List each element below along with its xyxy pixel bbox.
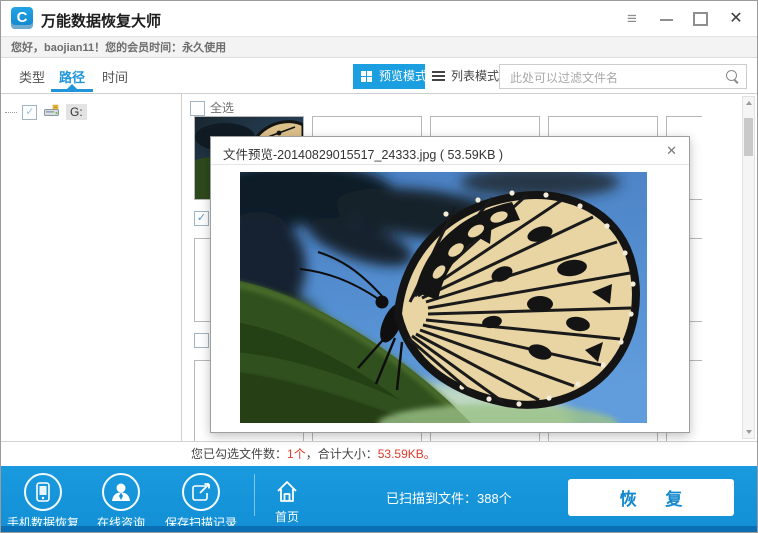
app-title: 万能数据恢复大师 — [41, 10, 161, 31]
drive-icon — [44, 104, 60, 120]
list-view-icon — [432, 71, 445, 82]
menu-icon[interactable]: ≡ — [619, 9, 645, 29]
tree-item-drive-g[interactable]: ✓ G: — [5, 104, 87, 122]
scrollbar-thumb[interactable] — [744, 118, 753, 156]
export-icon — [182, 473, 220, 511]
home-icon — [259, 473, 315, 505]
status-middle: ，合计大小： — [306, 447, 378, 461]
search-icon[interactable] — [726, 70, 737, 81]
scanned-count-text: 已扫描到文件：388个 — [386, 488, 512, 507]
modal-title-bar: 文件预览-20140829015517_24333.jpg ( 53.59KB … — [211, 137, 689, 165]
app-window: C 万能数据恢复大师 ≡ ✕ 您好，baojian11！您的会员时间：永久使用 … — [0, 0, 758, 533]
greeting-text: 您好，baojian11！您的会员时间：永久使用 — [1, 36, 757, 58]
scroll-up-icon[interactable] — [743, 97, 754, 110]
preview-mode-button[interactable]: 预览模式 — [353, 64, 436, 89]
modal-title: 文件预览-20140829015517_24333.jpg ( 53.59KB … — [223, 144, 503, 163]
file-checkbox[interactable] — [194, 333, 209, 348]
drive-label: G: — [66, 104, 87, 120]
file-checkbox-checked[interactable]: ✓ — [194, 211, 209, 226]
online-consult-button[interactable]: 在线咨询 — [81, 473, 161, 531]
modal-close-icon[interactable]: ✕ — [666, 143, 677, 159]
select-all-label: 全选 — [210, 101, 234, 115]
footer-bar: 手机数据恢复 在线咨询 保存扫描记录 — [1, 466, 757, 526]
drive-checkbox[interactable]: ✓ — [22, 105, 37, 120]
home-label: 首页 — [259, 508, 315, 525]
search-input[interactable] — [508, 66, 722, 89]
selection-status-bar: 您已勾选文件数：1个，合计大小：53.59KB。 — [1, 441, 757, 466]
recover-button[interactable]: 恢 复 — [568, 479, 734, 516]
active-tab-underline — [51, 89, 93, 92]
phone-recovery-button[interactable]: 手机数据恢复 — [3, 473, 83, 531]
minimize-button[interactable] — [653, 9, 679, 29]
home-button[interactable]: 首页 — [259, 473, 315, 525]
footer-divider — [254, 474, 255, 516]
list-mode-button[interactable]: 列表模式 — [425, 64, 508, 89]
preview-mode-label: 预览模式 — [379, 69, 427, 83]
save-scan-button[interactable]: 保存扫描记录 — [157, 473, 245, 531]
status-size: 53.59KB。 — [378, 447, 436, 461]
filter-search-box — [499, 64, 747, 89]
scroll-down-icon[interactable] — [743, 425, 754, 438]
grid-scrollbar[interactable] — [742, 96, 755, 439]
toolbar: 类型 路径 时间 预览模式 列表模式 — [1, 60, 757, 94]
status-prefix: 您已勾选文件数： — [191, 447, 287, 461]
tree-branch-line — [5, 112, 17, 113]
app-logo-icon: C — [11, 7, 33, 29]
tab-type[interactable]: 类型 — [19, 67, 45, 86]
phone-icon — [24, 473, 62, 511]
title-bar: C 万能数据恢复大师 ≡ ✕ — [1, 1, 757, 36]
folder-tree-panel: ✓ G: — [1, 94, 182, 441]
tab-time[interactable]: 时间 — [102, 67, 128, 86]
file-preview-modal: 文件预览-20140829015517_24333.jpg ( 53.59KB … — [210, 136, 690, 433]
select-all-control[interactable]: 全选 — [190, 99, 234, 116]
maximize-button[interactable] — [687, 9, 713, 29]
select-all-checkbox[interactable] — [190, 101, 205, 116]
grid-view-icon — [361, 71, 372, 82]
butterfly-preview-image — [240, 172, 647, 423]
close-button[interactable]: ✕ — [723, 9, 749, 29]
status-count: 1个 — [287, 447, 306, 461]
list-mode-label: 列表模式 — [451, 69, 499, 83]
consultant-icon — [102, 473, 140, 511]
footer-bottom-strip — [1, 526, 757, 532]
